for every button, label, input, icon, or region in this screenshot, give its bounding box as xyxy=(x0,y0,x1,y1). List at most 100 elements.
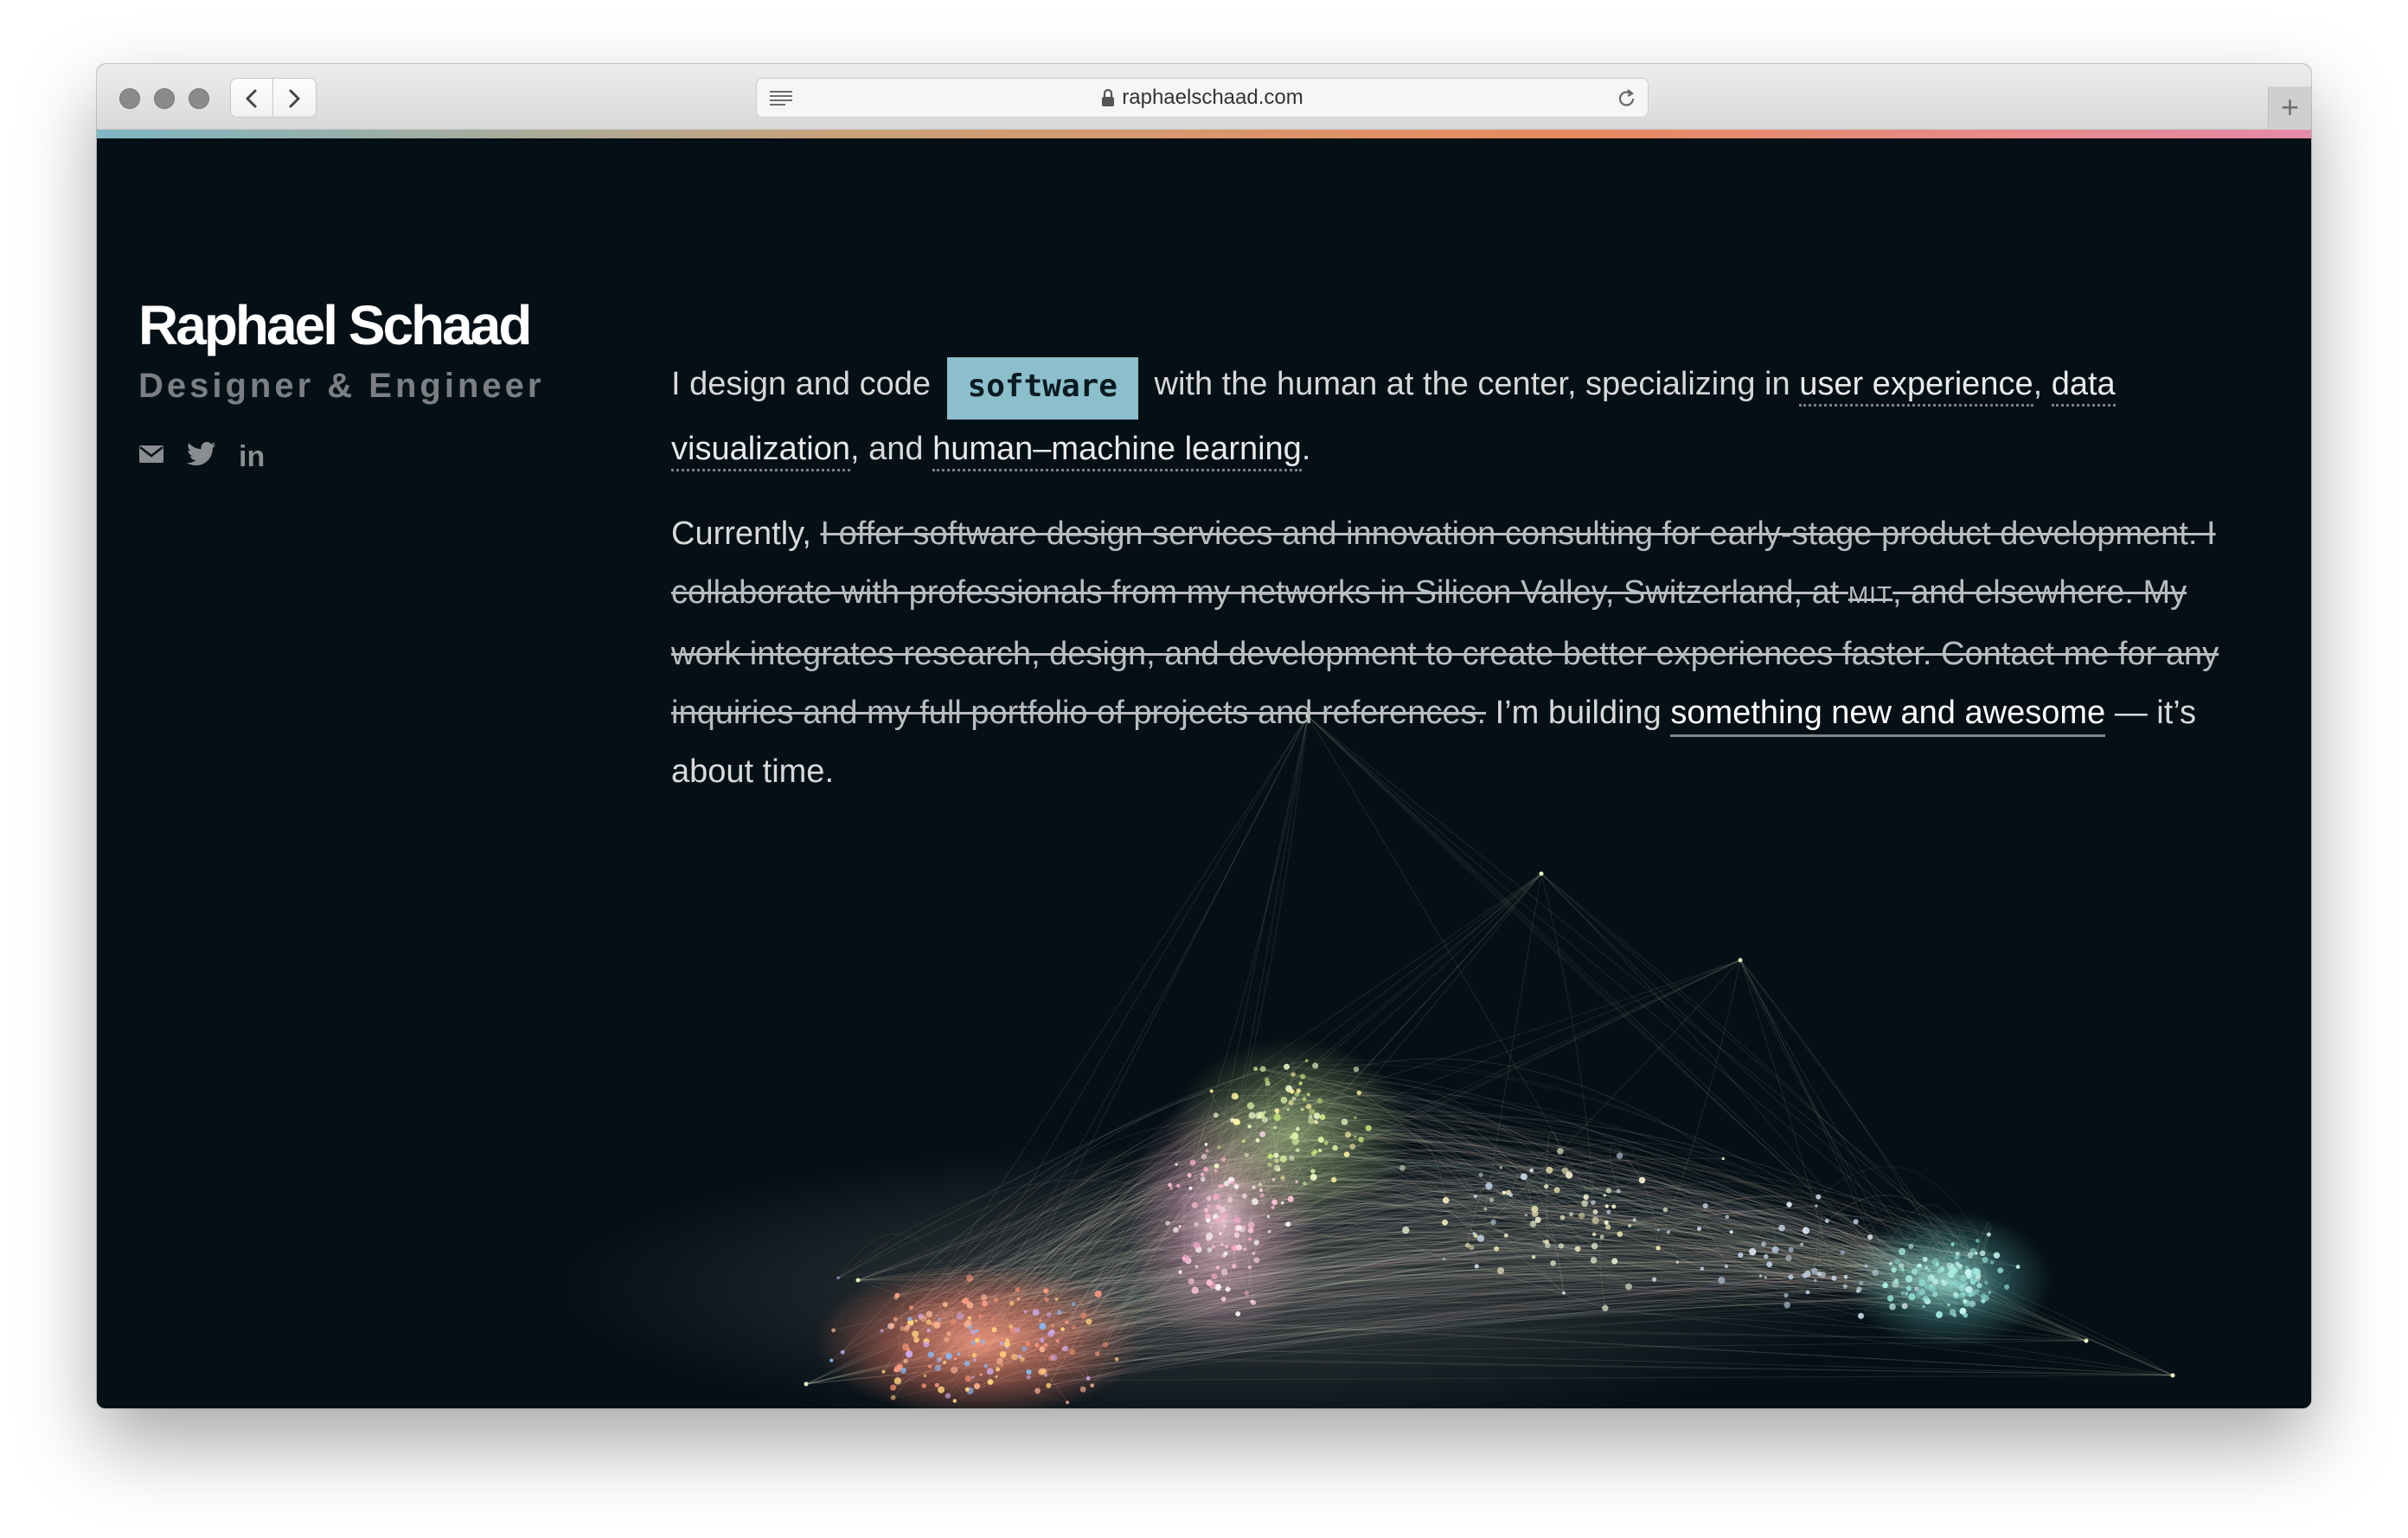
network-node xyxy=(1542,1240,1546,1244)
network-node xyxy=(1266,1214,1271,1219)
network-node xyxy=(1975,1289,1980,1295)
network-node xyxy=(1220,1268,1228,1276)
network-node xyxy=(1531,1205,1539,1213)
network-node xyxy=(1207,1247,1213,1253)
network-node xyxy=(1950,1242,1955,1246)
site-subtitle: Designer & Engineer xyxy=(138,367,545,405)
network-node xyxy=(1054,1298,1059,1301)
network-node xyxy=(1241,1139,1246,1144)
network-node xyxy=(1900,1291,1905,1295)
network-node xyxy=(1891,1266,1897,1273)
network-node xyxy=(1247,1125,1252,1129)
network-node xyxy=(964,1319,972,1327)
new-tab-button[interactable]: + xyxy=(2268,87,2311,130)
network-node xyxy=(1853,1219,1859,1225)
network-node xyxy=(1194,1221,1199,1227)
network-node xyxy=(995,1375,998,1379)
network-node xyxy=(1233,1216,1241,1224)
network-node xyxy=(1286,1108,1290,1112)
back-button[interactable] xyxy=(230,78,273,118)
link-user-experience[interactable]: user experience xyxy=(1799,366,2033,407)
network-node xyxy=(1872,1269,1880,1277)
network-node xyxy=(999,1341,1004,1346)
network-node xyxy=(1341,1118,1348,1125)
network-node xyxy=(1899,1263,1905,1269)
network-node xyxy=(1918,1279,1926,1286)
reload-icon[interactable] xyxy=(1617,87,1637,110)
network-node xyxy=(1273,1125,1278,1130)
network-node xyxy=(1086,1376,1091,1381)
network-node xyxy=(1886,1295,1894,1302)
email-link[interactable] xyxy=(138,444,164,469)
link-something-new[interactable]: something new and awesome xyxy=(1670,695,2106,737)
network-node xyxy=(1905,1291,1909,1296)
network-node xyxy=(1959,1291,1966,1298)
network-node xyxy=(1725,1214,1730,1220)
network-node xyxy=(950,1319,957,1325)
network-node xyxy=(1050,1323,1054,1328)
network-node xyxy=(1922,1256,1928,1262)
network-node xyxy=(1232,1264,1237,1269)
network-node xyxy=(1253,1067,1258,1072)
network-node xyxy=(942,1302,948,1307)
network-node xyxy=(1975,1252,1978,1255)
network-node xyxy=(1332,1144,1338,1151)
network-node xyxy=(1191,1202,1198,1208)
network-node xyxy=(1788,1274,1794,1280)
network-node xyxy=(1924,1283,1931,1291)
network-node xyxy=(1399,1164,1406,1171)
network-node xyxy=(1957,1266,1962,1270)
network-node xyxy=(1114,1357,1119,1362)
accent-strip xyxy=(97,130,2311,138)
network-node xyxy=(1049,1329,1055,1336)
network-node xyxy=(1178,1270,1182,1274)
address-bar[interactable]: raphaelschaad.com xyxy=(756,78,1649,118)
network-node xyxy=(938,1317,942,1322)
network-node xyxy=(1662,1207,1668,1213)
network-node xyxy=(1062,1345,1069,1352)
network-node xyxy=(1924,1266,1928,1270)
network-node xyxy=(912,1330,919,1337)
network-node xyxy=(1496,1266,1505,1275)
network-node xyxy=(1858,1312,1864,1319)
network-node xyxy=(900,1325,906,1331)
network-node xyxy=(903,1358,908,1363)
network-node xyxy=(1217,1217,1223,1224)
network-node xyxy=(1912,1268,1918,1275)
network-node xyxy=(1473,1195,1477,1198)
network-node xyxy=(1922,1304,1925,1309)
network-node xyxy=(1231,1093,1239,1100)
network-node xyxy=(1043,1343,1048,1348)
network-node xyxy=(1764,1276,1767,1279)
network-node xyxy=(1244,1291,1250,1296)
network-node xyxy=(1813,1278,1817,1283)
network-node xyxy=(923,1341,930,1348)
network-node xyxy=(1273,1152,1279,1158)
network-node xyxy=(1221,1254,1225,1258)
network-node xyxy=(964,1387,970,1392)
network-node xyxy=(951,1366,958,1375)
network-node xyxy=(1245,1153,1249,1157)
linkedin-link[interactable]: in xyxy=(239,442,265,471)
network-node xyxy=(1632,1218,1636,1222)
minimize-window-button[interactable] xyxy=(154,88,175,109)
network-node xyxy=(1319,1114,1326,1120)
close-window-button[interactable] xyxy=(119,88,140,109)
link-human-machine-learning[interactable]: human–machine learning xyxy=(932,431,1302,471)
network-node xyxy=(933,1321,941,1329)
network-node xyxy=(1842,1284,1848,1289)
network-node xyxy=(1784,1292,1789,1298)
zoom-window-button[interactable] xyxy=(189,88,209,109)
network-node xyxy=(1591,1200,1596,1206)
network-node xyxy=(1473,1234,1478,1239)
network-node xyxy=(2084,1338,2089,1343)
network-node xyxy=(1255,1112,1262,1119)
network-node xyxy=(1258,1182,1262,1186)
network-node xyxy=(1189,1159,1196,1166)
twitter-link[interactable] xyxy=(187,441,216,471)
network-node xyxy=(1963,1312,1969,1318)
network-node xyxy=(1947,1285,1952,1290)
network-node xyxy=(1937,1279,1943,1285)
forward-button[interactable] xyxy=(273,78,317,118)
network-node xyxy=(1258,1189,1263,1192)
